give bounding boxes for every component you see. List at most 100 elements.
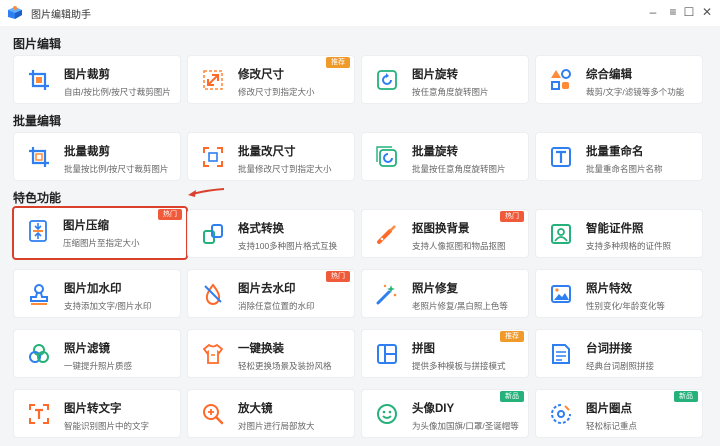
card-name: 抠图换背景: [412, 223, 470, 235]
rotate-icon: [377, 70, 397, 90]
card-name: 照片滤镜: [64, 343, 110, 355]
card-remove-watermark[interactable]: 图片去水印 消除任意位置的水印 热门: [187, 269, 355, 318]
card-name: 照片修复: [412, 283, 458, 295]
section-title-batch-edit: 批量编辑: [13, 114, 62, 128]
collage-icon: [377, 344, 397, 364]
rename-icon: [551, 147, 571, 167]
section-title-features: 特色功能: [13, 191, 62, 205]
minimize-button[interactable]: –: [644, 3, 662, 21]
card-name: 修改尺寸: [238, 69, 284, 81]
batch-resize-icon: [203, 147, 223, 167]
card-name: 图片旋转: [412, 69, 458, 81]
shirt-icon: [202, 343, 224, 364]
crop-icon: [29, 70, 49, 90]
card-name: 台词拼接: [586, 343, 632, 355]
card-name: 图片去水印: [238, 283, 296, 295]
stamp-icon: [30, 284, 48, 305]
section-title-image-edit: 图片编辑: [13, 37, 62, 51]
card-name: 照片特效: [586, 283, 632, 295]
card-name: 批量裁剪: [64, 146, 110, 158]
card-photo-filter[interactable]: 照片滤镜 一键提升照片质感: [13, 329, 181, 378]
shapes-icon: [551, 69, 571, 90]
card-desc: 按任意角度旋转图片: [412, 87, 489, 97]
batch-rotate-icon: [376, 146, 397, 167]
card-desc: 批量修改尺寸到指定大小: [238, 164, 332, 174]
close-button[interactable]: ✕: [698, 3, 716, 21]
card-batch-rename[interactable]: 批量重命名 批量重命名图片名称: [535, 132, 703, 181]
remove-watermark-icon: [204, 283, 222, 305]
maximize-button[interactable]: ☐: [680, 3, 698, 21]
card-desc: 轻松更换场景及装扮风格: [238, 361, 332, 371]
card-image-to-text[interactable]: 图片转文字 智能识别图片中的文字: [13, 389, 181, 438]
ocr-icon: [29, 404, 49, 424]
hot-badge: 热门: [326, 271, 350, 282]
card-name: 智能证件照: [586, 223, 644, 235]
card-name: 批量重命名: [586, 146, 644, 158]
card-cutout[interactable]: 抠图换背景 支持人像抠图和物品抠图 热门: [361, 209, 529, 258]
card-desc: 压缩图片至指定大小: [63, 238, 140, 248]
card-resize[interactable]: 修改尺寸 修改尺寸到指定大小 推荐: [187, 55, 355, 104]
hot-badge: 热门: [158, 209, 182, 220]
card-desc: 为头像加国旗/口罩/圣诞帽等: [412, 421, 519, 431]
card-name: 综合编辑: [586, 69, 632, 81]
card-composite-edit[interactable]: 综合编辑 裁剪/文字/滤镜等多个功能: [535, 55, 703, 104]
batch-crop-icon: [29, 147, 49, 167]
card-desc: 裁剪/文字/滤镜等多个功能: [586, 87, 685, 97]
card-desc: 对图片进行局部放大: [238, 421, 315, 431]
card-add-watermark[interactable]: 图片加水印 支持添加文字/图片水印: [13, 269, 181, 318]
recommend-badge: 推荐: [326, 57, 350, 68]
app-title: 图片编辑助手: [31, 10, 91, 21]
card-magnifier[interactable]: 放大镜 对图片进行局部放大: [187, 389, 355, 438]
card-desc: 智能识别图片中的文字: [64, 421, 150, 431]
card-name: 放大镜: [238, 403, 273, 415]
app-logo-icon: [8, 6, 22, 19]
title-bar: 图片编辑助手 – ≡ ☐ ✕: [0, 0, 720, 26]
card-batch-resize[interactable]: 批量改尺寸 批量修改尺寸到指定大小: [187, 132, 355, 181]
convert-icon: [203, 224, 223, 244]
card-desc: 支持100多种图片格式互换: [238, 241, 338, 251]
pointer-arrow-icon: [188, 188, 225, 197]
recommend-badge: 推荐: [500, 331, 524, 342]
card-name: 拼图: [412, 343, 435, 355]
card-outfit-change[interactable]: 一键换装 轻松更换场景及装扮风格: [187, 329, 355, 378]
card-collage[interactable]: 拼图 提供多种模板与拼接模式 推荐: [361, 329, 529, 378]
card-desc: 支持多种规格的证件照: [586, 241, 672, 251]
card-desc: 支持人像抠图和物品抠图: [412, 241, 506, 251]
card-name: 图片加水印: [64, 283, 122, 295]
card-name: 一键换装: [238, 343, 284, 355]
card-batch-rotate[interactable]: 批量旋转 批量按任意角度旋转图片: [361, 132, 529, 181]
hot-badge: 热门: [500, 211, 524, 222]
card-desc: 批量按比例/按尺寸裁剪图片: [64, 164, 169, 174]
card-desc: 提供多种模板与拼接模式: [412, 361, 506, 371]
card-desc: 支持添加文字/图片水印: [64, 301, 152, 311]
card-batch-crop[interactable]: 批量裁剪 批量按比例/按尺寸裁剪图片: [13, 132, 181, 181]
compress-icon: [29, 220, 47, 242]
card-desc: 经典台词剧照拼接: [586, 361, 655, 371]
card-subtitle-stitch[interactable]: 台词拼接 经典台词剧照拼接: [535, 329, 703, 378]
card-desc: 性别变化/年龄变化等: [586, 301, 665, 311]
card-name: 图片转文字: [64, 403, 122, 415]
resize-icon: [203, 70, 223, 90]
card-rotate[interactable]: 图片旋转 按任意角度旋转图片: [361, 55, 529, 104]
card-desc: 消除任意位置的水印: [238, 301, 315, 311]
card-crop[interactable]: 图片裁剪 自由/按比例/按尺寸裁剪图片: [13, 55, 181, 104]
card-photo-repair[interactable]: 照片修复 老照片修复/黑白照上色等: [361, 269, 529, 318]
card-desc: 自由/按比例/按尺寸裁剪图片: [64, 87, 171, 97]
card-name: 批量改尺寸: [238, 146, 296, 158]
card-format-convert[interactable]: 格式转换 支持100多种图片格式互换: [187, 209, 355, 258]
magnifier-icon: [203, 404, 224, 425]
card-avatar-diy[interactable]: 头像DIY 为头像加国旗/口罩/圣诞帽等 新品: [361, 389, 529, 438]
card-name: 头像DIY: [412, 403, 455, 415]
card-compress[interactable]: 图片压缩 压缩图片至指定大小 热门: [12, 206, 188, 260]
card-image-annotate[interactable]: 图片圈点 轻松标记重点 新品: [535, 389, 703, 438]
card-photo-effects[interactable]: 照片特效 性别变化/年龄变化等: [535, 269, 703, 318]
magic-wand-icon: [376, 284, 397, 305]
filter-icon: [29, 344, 49, 363]
card-id-photo[interactable]: 智能证件照 支持多种规格的证件照: [535, 209, 703, 258]
card-name: 图片裁剪: [64, 69, 110, 81]
new-badge: 新品: [674, 391, 698, 402]
landscape-icon: [551, 285, 571, 303]
card-desc: 轻松标记重点: [586, 421, 638, 431]
card-name: 图片圈点: [586, 403, 632, 415]
card-name: 格式转换: [238, 223, 284, 235]
